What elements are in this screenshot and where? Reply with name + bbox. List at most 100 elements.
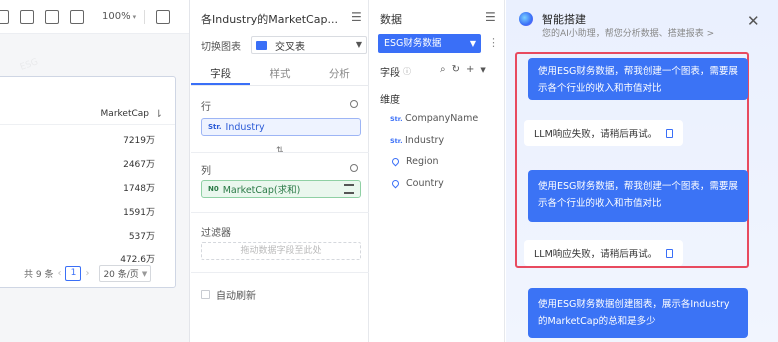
dataset-name: ESG财务数据 [384,38,442,49]
layout-icon[interactable] [0,9,9,24]
ai-assistant-panel: 智能搭建 您的AI小助理，帮您分析数据、搭建报表 > ✕ 使用ESG财务数据，帮… [506,0,778,342]
assistant-title: 智能搭建 [542,13,586,26]
divider [191,272,369,273]
config-tabs: 字段 样式 分析 [191,64,369,86]
divider [191,212,369,213]
toolbar-divider [144,9,146,24]
widget-title[interactable]: 各Industry的MarketCap... [201,11,341,27]
location-pin-icon [390,156,401,167]
crosstab-icon [256,40,267,50]
user-message: 使用ESG财务数据创建图表，展示各Industry的MarketCap的总和是多… [528,288,748,338]
table-cell: 7219万 [123,136,155,146]
chart-type-select[interactable]: 交叉表 ▼ [251,36,367,54]
auto-refresh-checkbox[interactable] [201,290,210,299]
copy-icon[interactable] [666,248,674,258]
menu-icon[interactable]: ☰ [351,10,362,24]
gear-icon[interactable] [350,164,358,172]
divider [191,152,369,153]
dimension-label: 维度 [380,95,400,106]
fields-label: 字段 [380,68,400,79]
crosstab-widget[interactable]: MarketCap ⇂ 7219万 2467万 1748万 1591万 537万… [0,76,176,288]
chart-type-label: 切换图表 [201,41,241,53]
string-type-icon: Str. [390,114,403,123]
dimension-field-country[interactable]: Country [390,178,444,189]
canvas-toolbar: 100% ▾ [0,0,189,34]
data-panel: 数据 ☰ ESG财务数据 ▼ ⋮ 字段 ⓘ ⌕ ↻ + ▼ 维度 Str. Co… [370,0,505,342]
table-cell: 1748万 [123,184,155,194]
user-message: 使用ESG财务数据，帮我创建一个图表，需要展示各个行业的收入和市值对比 [528,58,748,100]
checkbox-icon[interactable] [70,9,84,24]
page-number[interactable]: 1 [65,266,82,281]
dimension-name: Country [406,178,444,189]
assistant-message: LLM响应失败，请稍后再试。 [524,120,684,146]
table-grid-icon[interactable] [156,9,171,24]
tab-style[interactable]: 样式 [250,64,309,85]
column-field-pill[interactable]: N0 MarketCap(求和) [201,180,361,198]
prev-page-icon[interactable]: ‹ [57,268,61,279]
column-header-marketcap[interactable]: MarketCap [101,109,149,119]
gear-icon[interactable] [350,100,358,108]
menu-icon[interactable]: ☰ [485,10,496,24]
page-size-select[interactable]: 20 条/页 ▼ [99,265,152,282]
dimension-field-companyname[interactable]: Str. CompanyName [390,113,478,124]
dimension-name: CompanyName [405,113,479,124]
more-icon[interactable]: ⋮ [488,36,499,49]
column-field-name: MarketCap(求和) [222,185,301,196]
refresh-icon[interactable]: ↻ [452,64,460,76]
table-cell: 2467万 [123,160,155,170]
dataset-select[interactable]: ESG财务数据 ▼ [378,34,481,53]
dimension-field-region[interactable]: Region [390,156,439,167]
row-field-pill[interactable]: Str. Industry [201,118,361,136]
chevron-down-icon: ▼ [141,269,148,278]
next-page-icon[interactable]: › [85,268,89,279]
filter-label: 过滤器 [201,228,231,239]
table-cell: 472.6万 [120,255,155,265]
dimension-field-industry[interactable]: Str. Industry [390,135,444,146]
tab-fields[interactable]: 字段 [191,64,251,85]
export-icon[interactable] [20,9,34,24]
crosstab-header: MarketCap ⇂ [0,107,175,125]
field-tools: ⌕ ↻ + ▼ [440,64,486,76]
chevron-down-icon: ▼ [469,39,476,48]
field-menu-icon[interactable] [344,184,354,194]
chevron-down-icon: ▼ [355,40,362,49]
pagination: 共 9 条 ‹ 1 › 20 条/页 ▼ [24,265,152,282]
filter-drop-zone[interactable]: 拖动数据字段至此处 [201,242,361,260]
info-icon[interactable]: ⓘ [403,66,411,77]
add-icon[interactable]: + [466,64,474,76]
search-icon[interactable]: ⌕ [440,64,446,76]
table-cell: 537万 [128,232,155,242]
rows-label: 行 [201,102,211,113]
chart-config-panel: 各Industry的MarketCap... ☰ 切换图表 交叉表 ▼ 字段 样… [191,0,369,342]
tab-analysis[interactable]: 分析 [310,64,369,85]
chart-type-value: 交叉表 [275,41,305,53]
dimension-name: Region [406,156,439,167]
report-canvas: 100% ▾ ESG ESG MarketCap ⇂ 7219万 2467万 1… [0,0,190,342]
zoom-level[interactable]: 100% [102,11,131,22]
auto-refresh-toggle[interactable]: 自动刷新 [201,287,256,302]
assistant-message-text: LLM响应失败，请稍后再试。 [534,129,658,140]
assistant-message-text: LLM响应失败，请稍后再试。 [534,249,658,260]
swap-icon[interactable]: ⇅ [276,146,284,156]
assistant-logo-icon [519,12,533,26]
number-type-icon: N0 [208,185,219,193]
assistant-message: LLM响应失败，请稍后再试。 [524,240,684,266]
columns-label: 列 [201,166,211,177]
close-icon[interactable]: ✕ [747,14,760,29]
string-type-icon: Str. [390,136,403,145]
pagination-total: 共 9 条 [24,270,54,280]
expand-icon[interactable]: ▼ [480,64,485,76]
copy-icon[interactable] [666,128,674,138]
assistant-subtitle[interactable]: 您的AI小助理，帮您分析数据、搭建报表 > [542,26,714,39]
page-size-value: 20 条/页 [103,270,139,280]
string-type-icon: Str. [208,123,222,131]
auto-refresh-label: 自动刷新 [216,291,256,302]
preview-icon[interactable] [45,9,59,24]
row-field-name: Industry [225,121,265,133]
dimension-name: Industry [405,135,445,146]
chevron-down-icon[interactable]: ▾ [133,13,137,21]
sort-icon[interactable]: ⇂ [155,109,163,120]
user-message: 使用ESG财务数据，帮我创建一个图表，需要展示各个行业的收入和市值对比 [528,170,748,222]
data-panel-title: 数据 [380,13,402,26]
table-cell: 1591万 [123,208,155,218]
